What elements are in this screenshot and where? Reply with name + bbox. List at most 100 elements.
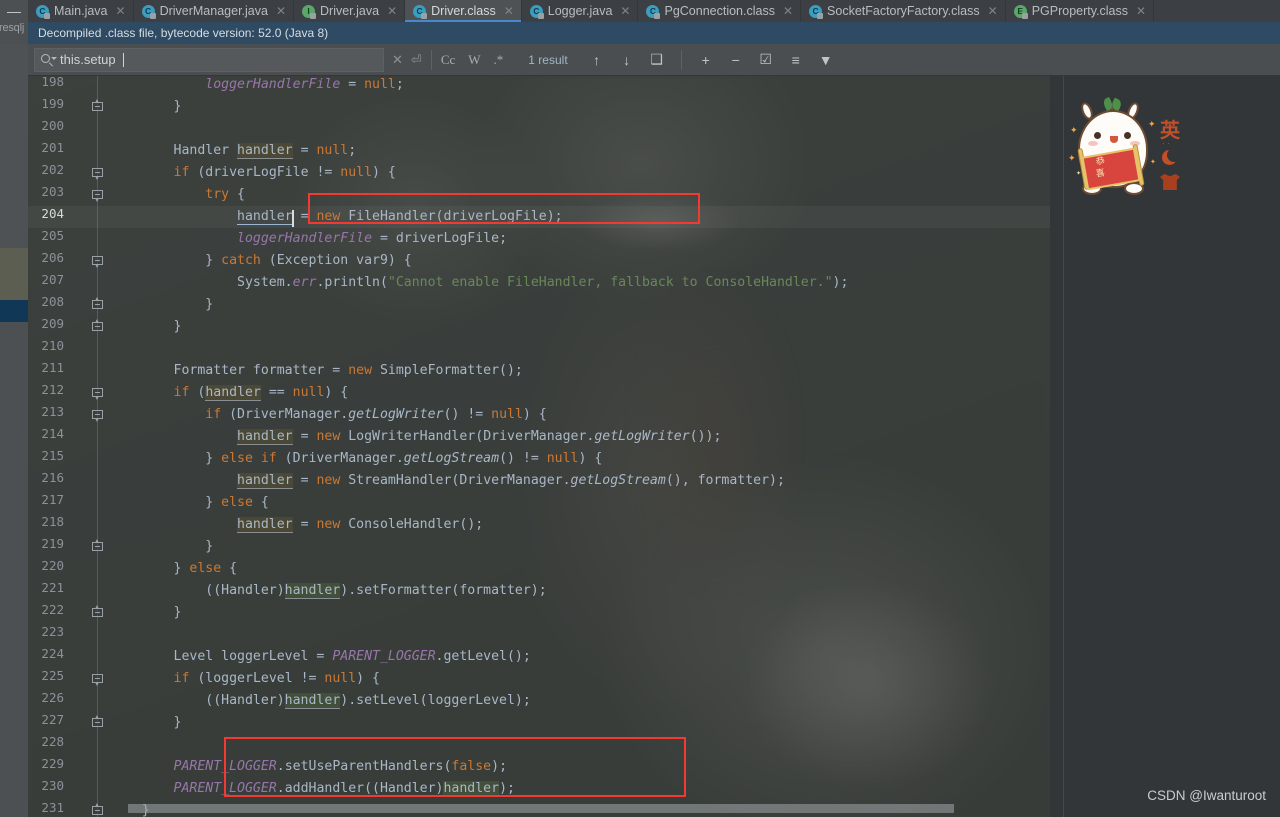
code-fold-marker[interactable] [92,674,103,686]
tab-label: PgConnection.class [664,4,775,18]
tab-close-icon[interactable]: ✕ [504,4,514,18]
add-occurrence-icon[interactable]: + [691,47,721,73]
code-line[interactable]: } catch (Exception var9) { [110,250,411,272]
code-line[interactable]: if (driverLogFile != null) { [110,162,396,184]
code-line[interactable]: if (loggerLevel != null) { [110,668,380,690]
code-fold-marker[interactable] [92,297,103,311]
code-line[interactable]: } [110,602,182,624]
remove-occurrence-icon[interactable]: − [721,47,751,73]
code-token: ) { [522,407,547,422]
code-line[interactable]: if (DriverManager.getLogWriter() != null… [110,404,547,426]
code-token: (driverLogFile != [189,165,341,180]
code-token: try [205,187,230,202]
code-line[interactable]: PARENT_LOGGER.addHandler((Handler)handle… [110,778,515,800]
code-line[interactable]: } [110,536,213,558]
code-line[interactable]: handler = new LogWriterHandler(DriverMan… [110,426,721,448]
code-token: ); [832,275,849,290]
code-line[interactable]: } [110,96,182,118]
tab-driver-java[interactable]: I Driver.java ✕ [294,0,406,22]
ime-status-popup[interactable]: 恭 喜 ✦ ✦ ✦ ✦ ✦ 英 ·· [1062,92,1192,210]
code-line[interactable]: Handler handler = null; [110,140,356,162]
tab-close-icon[interactable]: ✕ [783,4,793,18]
tab-driver-class[interactable]: C Driver.class ✕ [405,0,522,22]
tab-main-java[interactable]: C Main.java ✕ [28,0,134,22]
code-fold-marker[interactable] [92,410,103,422]
crescent-moon-icon[interactable] [1162,148,1181,165]
code-token: } [110,319,182,334]
code-editor[interactable]: 198 199 200 201 202 203 204 205 206 207 208 209 210 2… [28,76,1050,817]
tab-pgproperty-class[interactable]: E PGProperty.class ✕ [1005,0,1155,22]
code-fold-marker[interactable] [92,539,103,553]
code-line[interactable]: handler = new StreamHandler(DriverManage… [110,470,785,492]
code-token: null [546,451,579,466]
regex-toggle[interactable]: .* [494,52,504,68]
code-line[interactable]: } [110,294,213,316]
decompiled-notification-banner: Decompiled .class file, bytecode version… [28,22,1280,44]
filter-results-icon[interactable]: ≡ [781,47,811,73]
tab-socketfactoryfactory-class[interactable]: C SocketFactoryFactory.class ✕ [801,0,1006,22]
code-line[interactable]: loggerHandlerFile = null; [110,76,404,96]
tab-close-icon[interactable]: ✕ [1136,4,1146,18]
code-fold-marker[interactable] [92,605,103,619]
select-all-occurrences-icon[interactable]: ❑ [642,47,672,73]
tab-list: C Main.java ✕ C DriverManager.java ✕ I Driver.j… [28,0,1280,22]
clear-search-icon[interactable]: ✕ [392,52,403,68]
tab-drivermanager-java[interactable]: C DriverManager.java ✕ [133,0,295,22]
code-fold-marker[interactable] [92,190,103,202]
code-line[interactable]: try { [110,184,245,206]
code-line[interactable]: loggerHandlerFile = driverLogFile; [110,228,507,250]
tab-close-icon[interactable]: ✕ [620,4,630,18]
code-line[interactable]: handler = new ConsoleHandler(); [110,514,483,536]
horizontal-scrollbar[interactable] [28,804,1050,813]
tab-close-icon[interactable]: ✕ [988,4,998,18]
words-toggle[interactable]: W [468,52,480,68]
code-fold-marker[interactable] [92,319,103,333]
code-line[interactable]: ((Handler)handler).setLevel(loggerLevel)… [110,690,531,712]
find-previous-icon[interactable]: ↑ [582,47,612,73]
code-line[interactable]: } [110,712,182,734]
editor-gutter[interactable]: 198 199 200 201 202 203 204 205 206 207 208 209 210 2… [28,76,110,817]
tab-close-icon[interactable]: ✕ [276,4,286,18]
code-line[interactable]: PARENT_LOGGER.setUseParentHandlers(false… [110,756,507,778]
code-line[interactable]: Level loggerLevel = PARENT_LOGGER.getLev… [110,646,531,668]
code-line[interactable]: ((Handler)handler).setFormatter(formatte… [110,580,547,602]
code-fold-marker[interactable] [92,168,103,180]
code-token: ).setLevel(loggerLevel); [340,693,531,708]
code-token: .println( [316,275,388,290]
strip-block-olive [0,248,28,300]
match-case-toggle[interactable]: Cc [441,52,455,68]
code-line[interactable]: } else { [110,558,238,580]
search-history-icon[interactable]: ⏎ [411,52,422,68]
code-fold-marker[interactable] [92,99,103,113]
code-token: ( [189,385,206,400]
select-all-matches-icon[interactable]: ☑ [751,47,781,73]
code-line[interactable]: handler = new FileHandler(driverLogFile)… [110,206,563,228]
left-tool-strip[interactable]: resqlj [0,0,28,817]
minimize-button[interactable]: — [0,0,28,22]
code-line[interactable]: } else if (DriverManager.getLogStream() … [110,448,602,470]
code-fold-marker[interactable] [92,715,103,729]
code-token: "Cannot enable FileHandler, fallback to … [387,275,833,290]
java-class-icon: C [413,4,428,19]
code-line[interactable]: Formatter formatter = new SimpleFormatte… [110,360,523,382]
tab-pgconnection-class[interactable]: C PgConnection.class ✕ [638,0,802,22]
tab-logger-java[interactable]: C Logger.java ✕ [521,0,639,22]
tab-close-icon[interactable]: ✕ [387,4,397,18]
code-fold-marker[interactable] [92,256,103,268]
code-token: (DriverManager. [276,451,404,466]
funnel-filter-icon[interactable]: ▼ [811,47,841,73]
find-next-icon[interactable]: ↓ [612,47,642,73]
code-fold-marker[interactable] [92,388,103,400]
code-token: else [221,495,253,510]
code-line[interactable]: } else { [110,492,269,514]
code-line[interactable]: System.err.println("Cannot enable FileHa… [110,272,848,294]
scrollbar-thumb[interactable] [128,804,954,813]
code-line[interactable]: if (handler == null) { [110,382,348,404]
search-input[interactable]: this.setup [34,47,384,72]
code-line[interactable]: } [110,316,182,338]
code-token: null [292,385,325,400]
tab-close-icon[interactable]: ✕ [116,4,126,18]
